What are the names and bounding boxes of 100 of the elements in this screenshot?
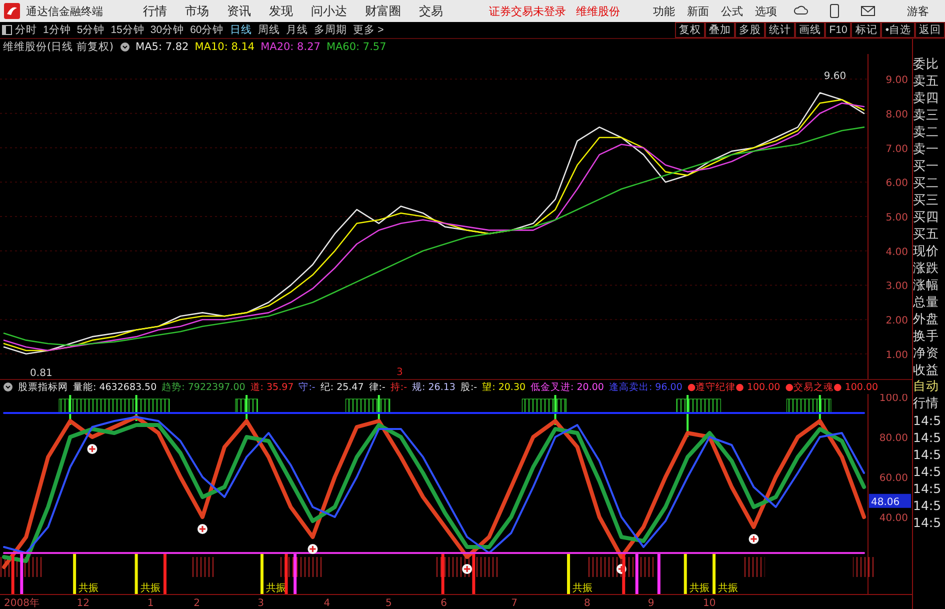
indicator-readout: 逢高卖出: 96.00 (608, 380, 682, 394)
indicator-readout: 趋势: 7922397.00 (162, 380, 246, 394)
x-axis-label: 2 (194, 598, 200, 609)
quote-label: 买四 (913, 208, 940, 225)
quote-label: 买五 (913, 225, 940, 242)
quote-label: 总量 (913, 293, 940, 310)
price-label: 0.81 (30, 368, 52, 379)
toolbar-button[interactable]: 统计 (765, 22, 796, 38)
quote-label: 涨跌 (913, 259, 940, 276)
menu-item[interactable]: 资讯 (219, 2, 259, 20)
menu-item[interactable]: 功能 (648, 4, 680, 18)
x-axis-label: 8 (584, 598, 590, 609)
trade-time: 14:5 (913, 480, 942, 497)
y-axis-label: 80.00 (879, 433, 908, 444)
menu-item[interactable]: 发现 (261, 2, 301, 20)
toolbar-button[interactable]: 复权 (675, 22, 706, 38)
period-tab[interactable]: 分时 (12, 23, 40, 37)
peak-marker-line (818, 395, 821, 425)
quote-tab[interactable]: 自动 (913, 378, 945, 395)
value-tag: 48.06 (869, 494, 911, 508)
indicator-readout: 低金叉进: 20.00 (530, 380, 604, 394)
y-axis-label: 5.00 (886, 212, 908, 224)
indicator-readout: 守:- (298, 380, 316, 394)
x-axis-label: 3 (258, 598, 264, 609)
logo-icon (4, 3, 20, 19)
toolbar-button[interactable]: 返回 (915, 22, 945, 38)
x-axis-label: 4 (324, 598, 330, 609)
signal-label: 共振 (140, 583, 160, 594)
menu-item[interactable]: 公式 (716, 4, 748, 18)
period-tab[interactable]: 多周期 (310, 23, 350, 37)
period-tab[interactable]: 日线 (226, 23, 255, 37)
quote-label: 卖四 (913, 89, 940, 106)
indicator-readout: 律:- (368, 380, 386, 394)
period-tab[interactable]: 60分钟 (187, 23, 227, 37)
trade-time: 14:5 (913, 412, 942, 429)
quote-label: 净资 (913, 344, 940, 361)
toolbar-button[interactable]: 叠加 (705, 22, 736, 38)
user-label[interactable]: 游客 (907, 4, 929, 18)
indicator-readout: 股:- (460, 380, 478, 394)
x-axis-label: 5 (385, 598, 392, 609)
x-axis-label: 12 (76, 598, 90, 609)
stock-link[interactable]: 维维股份 (576, 4, 620, 18)
quote-label: 外盘 (913, 310, 940, 327)
toolbar-button[interactable]: 画线 (795, 22, 826, 38)
app-title: 通达信金融终端 (26, 4, 103, 18)
period-tab[interactable]: 更多 > (350, 23, 387, 37)
period-tab[interactable]: 30分钟 (147, 23, 188, 37)
period-tab[interactable]: 15分钟 (108, 23, 148, 37)
indicator-readout: ●交易之魂● 100.00 (785, 380, 878, 394)
indicator-readout: 道: 35.97 (250, 380, 294, 394)
menu-item[interactable]: 新面 (682, 4, 714, 18)
peak-marker-line (246, 395, 248, 425)
signal-label: 共振 (689, 583, 710, 594)
peak-marker-line (135, 395, 138, 421)
period-tab[interactable]: 5分钟 (74, 23, 108, 37)
y-axis-label: 2.00 (886, 316, 908, 327)
menu-item[interactable]: 财富圈 (357, 2, 409, 20)
indicator-readout: 持:- (390, 380, 408, 394)
quote-label: 买一 (913, 157, 940, 174)
peak-marker-line (69, 395, 72, 425)
toolbar-button[interactable]: 多股 (735, 22, 766, 38)
y-axis-label: 7.00 (886, 144, 908, 155)
x-axis-label: 7 (511, 598, 518, 609)
plus-circle-icon (87, 444, 98, 454)
trade-time: 14:5 (913, 514, 942, 531)
x-axis-label: 2008年 (4, 598, 40, 609)
y-axis-label: 3.00 (886, 281, 908, 292)
ma-readout: MA60: 7.57 (326, 40, 386, 52)
plus-circle-icon (462, 564, 472, 574)
quote-label: 现价 (913, 242, 940, 259)
toolbar-button[interactable]: •自选 (881, 22, 915, 38)
trade-time: 14:5 (913, 446, 942, 463)
menu-item[interactable]: 行情 (135, 2, 175, 20)
menu-item[interactable]: 交易 (411, 2, 451, 20)
dropdown-icon[interactable] (3, 382, 13, 392)
toolbar-button[interactable]: 标记 (851, 22, 882, 38)
plus-circle-icon (197, 524, 208, 534)
peak-marker-line (686, 395, 689, 437)
menu-item[interactable]: 市场 (177, 2, 217, 20)
period-tab[interactable]: 周线 (254, 23, 283, 37)
signal-label: 共振 (266, 583, 286, 594)
y-axis-label: 60.00 (879, 473, 908, 484)
price-label: 9.60 (824, 70, 846, 82)
quote-label: 卖五 (913, 72, 940, 89)
period-tab[interactable]: 1分钟 (40, 23, 74, 37)
indicator-name[interactable]: 股票指标网 (18, 380, 68, 394)
period-tab[interactable]: 月线 (282, 23, 311, 37)
signal-label: 共振 (718, 583, 738, 594)
login-status: 证券交易未登录 (489, 4, 566, 18)
trade-time: 14:5 (913, 429, 942, 446)
chart-title: 维维股份(日线 前复权) (3, 40, 114, 54)
menu-item[interactable]: 问小达 (303, 2, 355, 20)
quote-tab[interactable]: 行情 (913, 395, 945, 412)
indicator-readout: 纪: 25.47 (320, 380, 364, 394)
panel-toggle-icon[interactable] (2, 25, 12, 35)
signal-label: 共振 (572, 583, 593, 594)
toolbar-button[interactable]: F10 (825, 22, 852, 38)
y-axis-label: 1.00 (886, 350, 908, 361)
menu-item[interactable]: 选项 (750, 4, 782, 18)
ma-readout: MA10: 8.14 (194, 40, 255, 52)
